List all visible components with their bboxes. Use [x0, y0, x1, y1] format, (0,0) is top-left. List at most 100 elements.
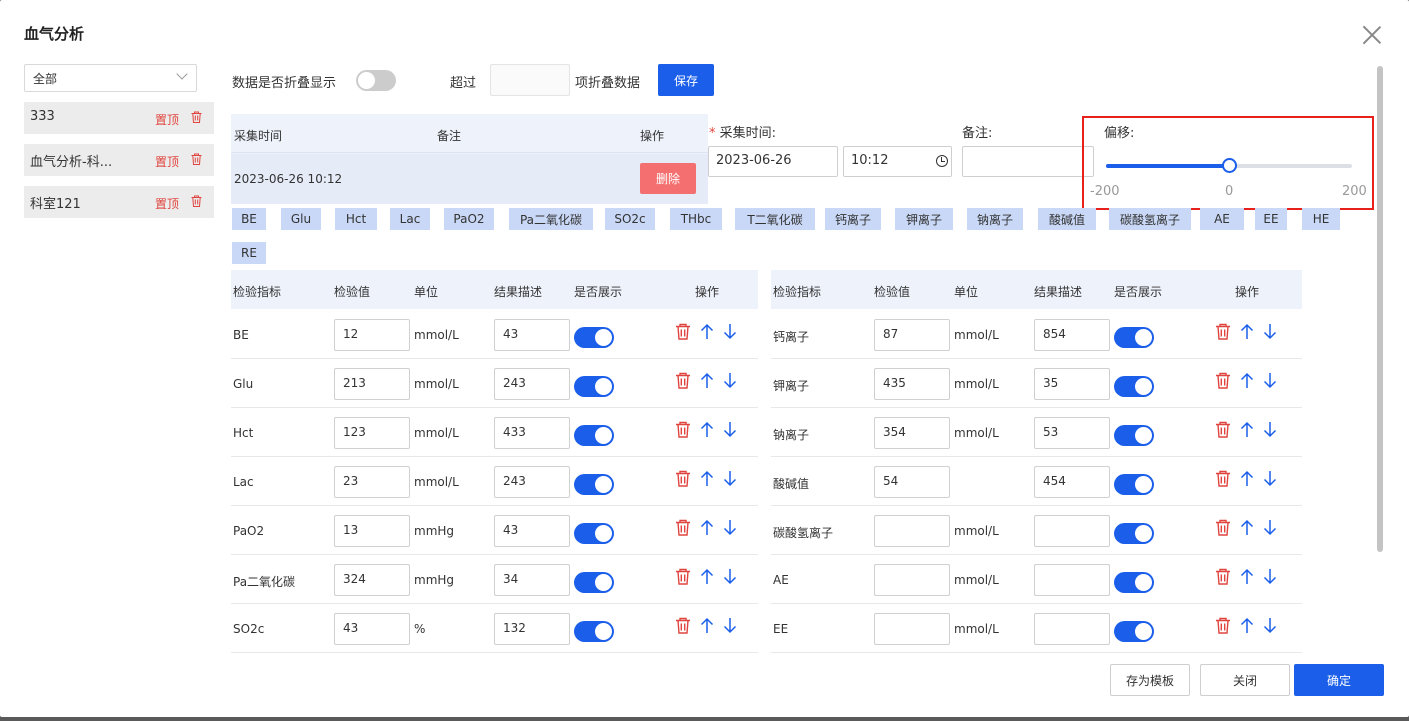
offset-slider[interactable]	[1106, 158, 1352, 173]
indicator-tag[interactable]: 钠离子	[967, 208, 1023, 230]
value-input[interactable]: 324	[334, 564, 410, 596]
indicator-tag[interactable]: Hct	[335, 208, 377, 230]
arrow-down-icon[interactable]	[723, 421, 737, 441]
show-toggle[interactable]	[574, 572, 614, 593]
show-toggle[interactable]	[574, 425, 614, 446]
trash-icon[interactable]	[675, 519, 691, 539]
indicator-tag[interactable]: BE	[232, 208, 266, 230]
indicator-tag[interactable]: 酸碱值	[1038, 208, 1096, 230]
arrow-up-icon[interactable]	[700, 568, 714, 588]
arrow-up-icon[interactable]	[700, 323, 714, 343]
result-desc-input[interactable]: 35	[1034, 368, 1110, 400]
sidebar-item-template[interactable]: 333 置顶	[24, 102, 214, 134]
value-input[interactable]: 54	[874, 466, 950, 498]
trash-icon[interactable]	[191, 195, 202, 207]
trash-icon[interactable]	[1215, 470, 1231, 490]
vertical-scrollbar[interactable]	[1377, 66, 1383, 552]
pin-top-link[interactable]: 置顶	[155, 111, 179, 128]
value-input[interactable]	[874, 613, 950, 645]
arrow-down-icon[interactable]	[723, 519, 737, 539]
trash-icon[interactable]	[675, 372, 691, 392]
sidebar-item-template[interactable]: 科室121 置顶	[24, 186, 214, 218]
value-input[interactable]	[874, 564, 950, 596]
arrow-up-icon[interactable]	[1240, 617, 1254, 637]
close-icon[interactable]	[1362, 25, 1382, 45]
arrow-up-icon[interactable]	[1240, 470, 1254, 490]
arrow-up-icon[interactable]	[700, 421, 714, 441]
result-desc-input[interactable]: 433	[494, 417, 570, 449]
trash-icon[interactable]	[675, 617, 691, 637]
indicator-tag[interactable]: Glu	[281, 208, 321, 230]
show-toggle[interactable]	[574, 621, 614, 642]
trash-icon[interactable]	[1215, 421, 1231, 441]
indicator-tag[interactable]: 钙离子	[825, 208, 881, 230]
value-input[interactable]	[874, 515, 950, 547]
close-button[interactable]: 关闭	[1200, 664, 1290, 696]
indicator-tag[interactable]: SO2c	[605, 208, 655, 230]
show-toggle[interactable]	[574, 474, 614, 495]
result-desc-input[interactable]: 243	[494, 368, 570, 400]
trash-icon[interactable]	[191, 111, 202, 123]
arrow-down-icon[interactable]	[1263, 470, 1277, 490]
result-desc-input[interactable]: 132	[494, 613, 570, 645]
result-desc-input[interactable]: 854	[1034, 319, 1110, 351]
trash-icon[interactable]	[675, 323, 691, 343]
trash-icon[interactable]	[675, 421, 691, 441]
value-input[interactable]: 43	[334, 613, 410, 645]
indicator-tag[interactable]: HE	[1302, 208, 1340, 230]
show-toggle[interactable]	[1114, 376, 1154, 397]
pin-top-link[interactable]: 置顶	[155, 195, 179, 212]
show-toggle[interactable]	[1114, 425, 1154, 446]
fold-count-input[interactable]	[490, 64, 570, 96]
arrow-down-icon[interactable]	[1263, 372, 1277, 392]
trash-icon[interactable]	[1215, 372, 1231, 392]
arrow-down-icon[interactable]	[723, 617, 737, 637]
arrow-down-icon[interactable]	[1263, 519, 1277, 539]
trash-icon[interactable]	[675, 470, 691, 490]
arrow-down-icon[interactable]	[1263, 568, 1277, 588]
indicator-tag[interactable]: Pa二氧化碳	[509, 208, 593, 230]
fold-display-toggle[interactable]	[356, 70, 396, 91]
show-toggle[interactable]	[1114, 621, 1154, 642]
result-desc-input[interactable]	[1034, 564, 1110, 596]
arrow-up-icon[interactable]	[1240, 323, 1254, 343]
indicator-tag[interactable]: 钾离子	[895, 208, 953, 230]
trash-icon[interactable]	[675, 568, 691, 588]
result-desc-input[interactable]	[1034, 613, 1110, 645]
show-toggle[interactable]	[1114, 474, 1154, 495]
date-input[interactable]: 2023-06-26	[708, 146, 838, 177]
result-desc-input[interactable]: 43	[494, 319, 570, 351]
template-filter-select[interactable]: 全部	[24, 64, 197, 92]
value-input[interactable]: 213	[334, 368, 410, 400]
show-toggle[interactable]	[574, 376, 614, 397]
result-desc-input[interactable]: 53	[1034, 417, 1110, 449]
arrow-up-icon[interactable]	[700, 470, 714, 490]
show-toggle[interactable]	[574, 327, 614, 348]
time-input[interactable]: 10:12	[843, 146, 952, 177]
arrow-down-icon[interactable]	[723, 372, 737, 392]
arrow-up-icon[interactable]	[1240, 421, 1254, 441]
indicator-tag[interactable]: T二氧化碳	[735, 208, 815, 230]
arrow-up-icon[interactable]	[1240, 519, 1254, 539]
trash-icon[interactable]	[1215, 519, 1231, 539]
trash-icon[interactable]	[1215, 617, 1231, 637]
offset-slider-handle[interactable]	[1222, 158, 1237, 173]
trash-icon[interactable]	[1215, 323, 1231, 343]
trash-icon[interactable]	[191, 153, 202, 165]
show-toggle[interactable]	[1114, 523, 1154, 544]
note-input[interactable]	[962, 146, 1094, 177]
indicator-tag[interactable]: EE	[1255, 208, 1287, 230]
value-input[interactable]: 123	[334, 417, 410, 449]
value-input[interactable]: 354	[874, 417, 950, 449]
arrow-down-icon[interactable]	[723, 323, 737, 343]
result-desc-input[interactable]: 454	[1034, 466, 1110, 498]
value-input[interactable]: 435	[874, 368, 950, 400]
show-toggle[interactable]	[1114, 327, 1154, 348]
result-desc-input[interactable]: 34	[494, 564, 570, 596]
value-input[interactable]: 23	[334, 466, 410, 498]
arrow-up-icon[interactable]	[700, 372, 714, 392]
arrow-up-icon[interactable]	[700, 617, 714, 637]
result-desc-input[interactable]: 243	[494, 466, 570, 498]
result-desc-input[interactable]	[1034, 515, 1110, 547]
show-toggle[interactable]	[1114, 572, 1154, 593]
